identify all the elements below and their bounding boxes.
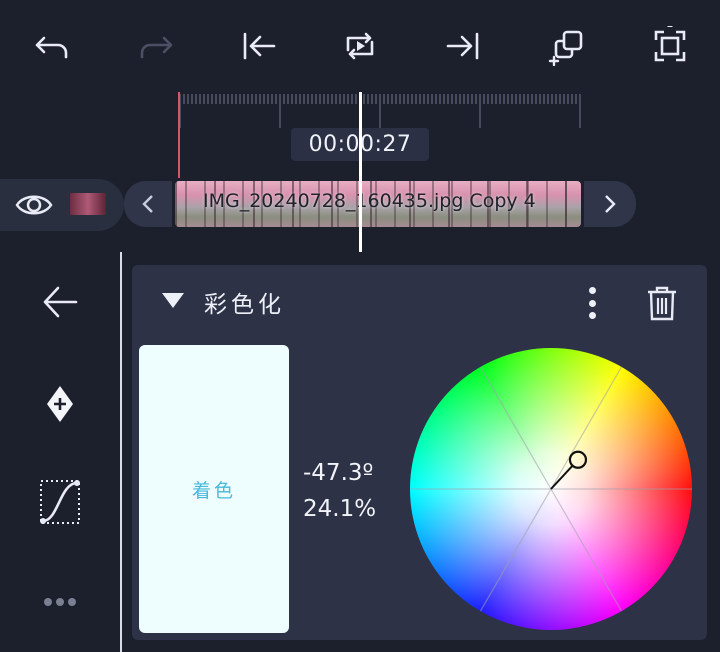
timeline-ruler[interactable] xyxy=(178,92,582,128)
loop-play-icon xyxy=(346,32,374,60)
top-toolbar xyxy=(0,0,720,92)
clip-prev-button[interactable] xyxy=(124,181,172,227)
jump-to-end-button[interactable] xyxy=(440,22,488,70)
color-wheel[interactable] xyxy=(410,348,692,630)
eye-icon[interactable] xyxy=(14,186,54,224)
color-wheel-handle[interactable] xyxy=(568,450,588,469)
clip-next-button[interactable] xyxy=(584,181,636,227)
tool-sidebar xyxy=(0,252,122,652)
colorize-effect-panel: 彩色化 着色 -47.3º 24.1% xyxy=(132,265,707,640)
timeline-start-marker xyxy=(178,92,180,178)
more-vertical-icon xyxy=(588,287,596,294)
jump-to-end-icon xyxy=(446,32,479,60)
fullscreen-button[interactable] xyxy=(646,22,694,70)
back-button[interactable] xyxy=(36,278,84,326)
redo-button[interactable] xyxy=(132,22,180,70)
loop-play-button[interactable] xyxy=(336,22,384,70)
collapse-triangle-icon[interactable] xyxy=(162,293,184,308)
back-arrow-icon xyxy=(43,286,78,318)
more-options-button[interactable] xyxy=(580,283,604,323)
add-keyframe-button[interactable] xyxy=(36,380,84,428)
playhead[interactable] xyxy=(359,92,362,252)
saturation-value: 24.1% xyxy=(303,496,377,522)
effect-title: 彩色化 xyxy=(204,292,285,318)
fullscreen-icon xyxy=(654,26,686,62)
curve-icon xyxy=(40,480,80,524)
chevron-left-icon xyxy=(142,195,153,213)
chevron-right-icon xyxy=(605,195,616,213)
redo-icon xyxy=(140,36,173,59)
undo-button[interactable] xyxy=(28,22,76,70)
duplicate-add-icon xyxy=(548,30,583,66)
jump-to-start-icon xyxy=(243,32,276,60)
colorize-swatch-button[interactable]: 着色 xyxy=(139,345,289,633)
jump-to-start-button[interactable] xyxy=(234,22,282,70)
trash-icon[interactable] xyxy=(642,283,682,323)
timeline-clip[interactable]: IMG_20240728_160435.jpg Copy 4 xyxy=(175,181,581,227)
more-tools-button[interactable] xyxy=(36,578,84,626)
duplicate-add-button[interactable] xyxy=(544,22,592,70)
more-horizontal-icon xyxy=(44,598,76,606)
clip-name: IMG_20240728_160435.jpg Copy 4 xyxy=(203,190,536,212)
track-thumbnail xyxy=(70,193,106,215)
curve-button[interactable] xyxy=(36,478,84,526)
color-values: -47.3º 24.1% xyxy=(303,455,376,527)
swatch-label: 着色 xyxy=(191,479,236,502)
add-keyframe-icon xyxy=(47,386,73,422)
hue-value: -47.3º xyxy=(303,460,374,486)
undo-icon xyxy=(35,36,68,59)
